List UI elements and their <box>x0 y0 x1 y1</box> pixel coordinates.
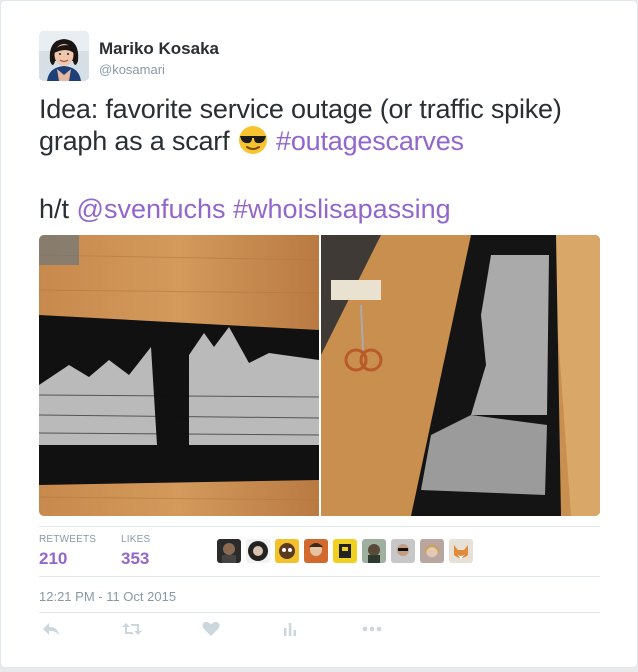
hat-tip-prefix: h/t <box>39 194 77 224</box>
liker-avatar[interactable] <box>420 539 444 563</box>
like-icon[interactable] <box>201 619 223 639</box>
likes-count: 353 <box>121 549 150 568</box>
reply-icon[interactable] <box>41 619 63 639</box>
likes-stat[interactable]: LIKES 353 <box>121 534 150 569</box>
tweet-line-2-text: graph as a scarf <box>39 126 237 156</box>
divider-stats-bottom <box>39 576 600 577</box>
more-icon[interactable] <box>361 619 383 639</box>
liker-avatar[interactable] <box>333 539 357 563</box>
mention-svenfuchs[interactable]: @svenfuchs <box>77 194 226 224</box>
liker-avatar[interactable] <box>217 539 241 563</box>
liker-avatar[interactable] <box>449 539 473 563</box>
tweet-photos <box>39 235 600 516</box>
retweet-icon[interactable] <box>121 619 143 639</box>
likes-label: LIKES <box>121 534 151 545</box>
divider-stats-top <box>39 526 600 527</box>
hashtag-whoislisapassing[interactable]: #whoislisapassing <box>233 194 451 224</box>
photo-scarf-flat[interactable] <box>39 235 320 516</box>
hashtag-outagescarves[interactable]: #outagescarves <box>276 126 464 156</box>
liker-avatar[interactable] <box>304 539 328 563</box>
author-avatar[interactable] <box>39 31 89 81</box>
tweet-text: Idea: favorite service outage (or traffi… <box>39 93 609 157</box>
retweets-stat[interactable]: RETWEETS 210 <box>39 534 96 569</box>
liker-avatar[interactable] <box>246 539 270 563</box>
tweet-line-3: h/t @svenfuchs #whoislisapassing <box>39 193 451 225</box>
retweets-count: 210 <box>39 549 68 568</box>
tweet-timestamp[interactable]: 12:21 PM - 11 Oct 2015 <box>39 589 176 604</box>
liker-avatar[interactable] <box>362 539 386 563</box>
photo-scarf-table[interactable] <box>321 235 600 516</box>
author-name[interactable]: Mariko Kosaka <box>99 39 219 59</box>
sunglasses-emoji-icon <box>237 125 269 155</box>
retweets-label: RETWEETS <box>39 534 97 545</box>
analytics-icon[interactable] <box>280 619 302 639</box>
tweet-card: Mariko Kosaka @kosamari Idea: favorite s… <box>0 0 638 668</box>
author-handle[interactable]: @kosamari <box>99 62 165 77</box>
liker-avatar[interactable] <box>275 539 299 563</box>
divider-actions <box>39 612 600 613</box>
liker-avatar[interactable] <box>391 539 415 563</box>
tweet-line-1: Idea: favorite service outage (or traffi… <box>39 94 562 124</box>
